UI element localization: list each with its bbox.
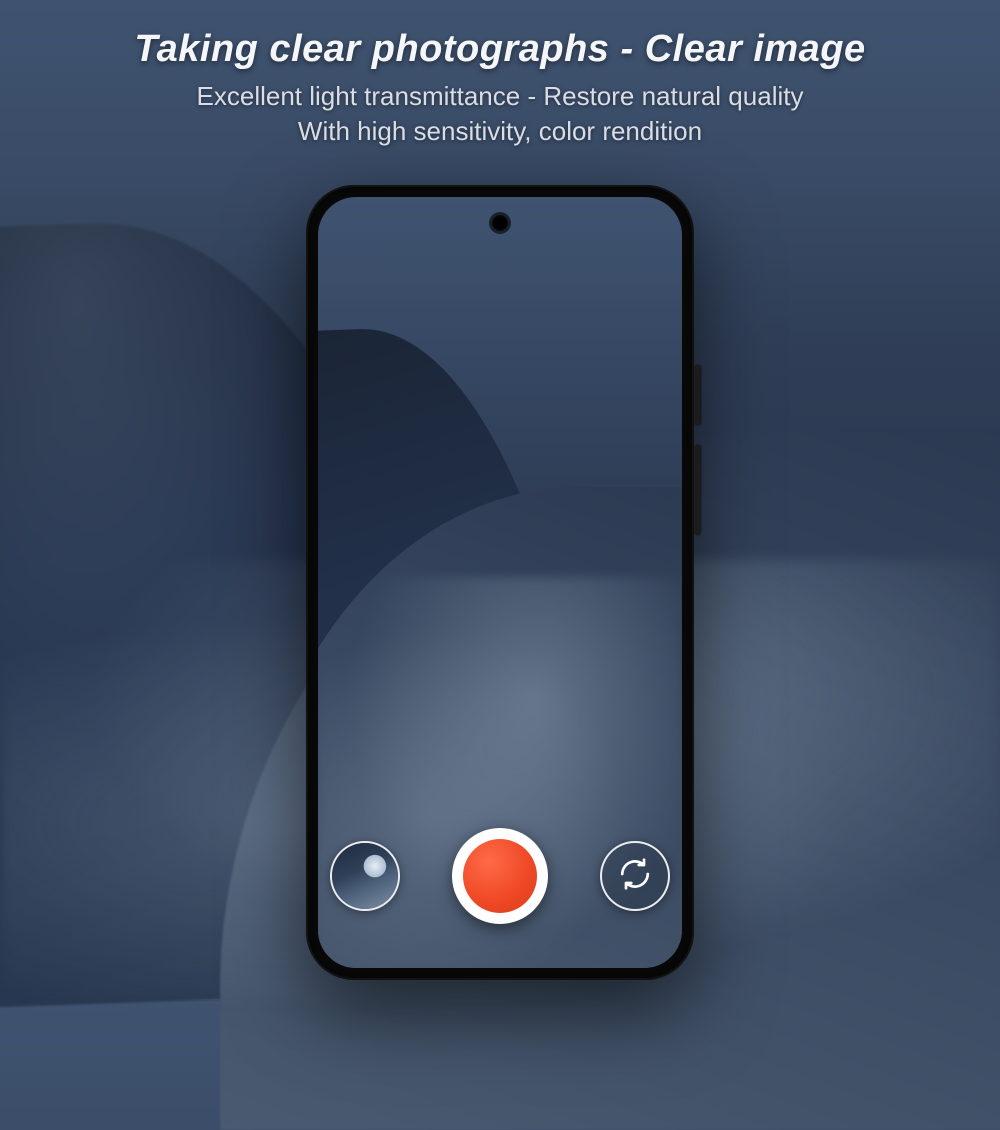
phone-screen [318,197,682,968]
gallery-button[interactable] [330,841,400,911]
gallery-thumbnail-icon [332,843,398,909]
phone-side-button [694,365,700,425]
camera-controls [318,828,682,924]
camera-switch-icon [617,856,653,897]
record-icon [463,839,537,913]
camera-switch-button[interactable] [600,841,670,911]
front-camera-punch-hole [492,215,508,231]
phone-mockup [306,185,694,980]
phone-side-button [694,445,700,535]
marketing-header: Taking clear photographs - Clear image E… [0,0,1000,147]
subheadline-1: Excellent light transmittance - Restore … [0,81,1000,112]
headline-text: Taking clear photographs - Clear image [0,28,1000,71]
phone-frame [306,185,694,980]
shutter-button[interactable] [452,828,548,924]
subheadline-2: With high sensitivity, color rendition [0,116,1000,147]
